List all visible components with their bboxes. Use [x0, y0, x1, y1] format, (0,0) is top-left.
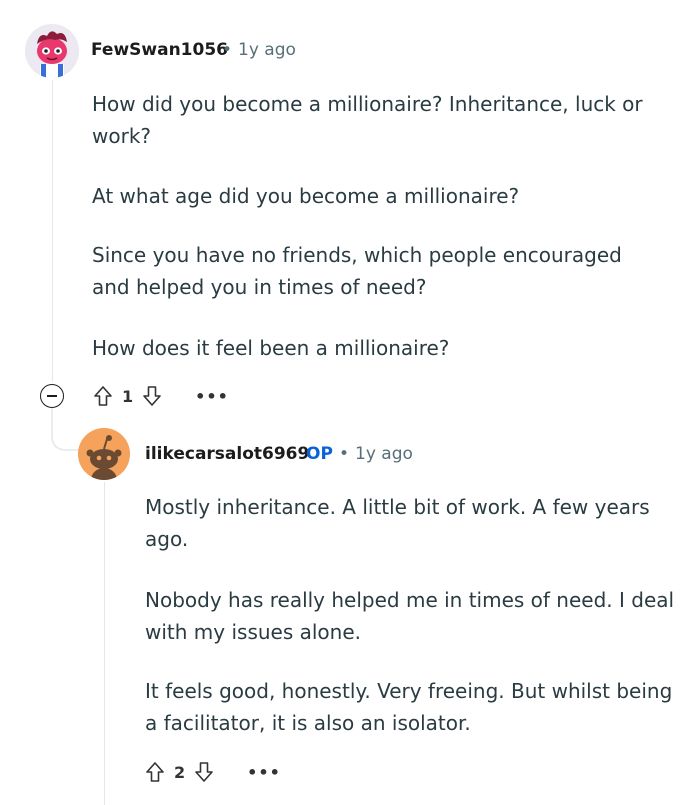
comment-username[interactable]: FewSwan1056: [91, 40, 228, 60]
comment-meta: • 1y ago: [216, 40, 296, 60]
thread-line-main: [52, 80, 53, 382]
comment-paragraph: At what age did you become a millionaire…: [92, 184, 520, 208]
downvote-button[interactable]: [139, 383, 165, 409]
downvote-icon: [195, 762, 213, 782]
comment-time[interactable]: 1y ago: [238, 40, 296, 60]
reply-paragraph: Mostly inheritance. A little bit of work…: [145, 495, 650, 551]
reply-paragraph: Nobody has really helped me in times of …: [145, 588, 675, 644]
more-options-button[interactable]: •••: [195, 387, 229, 406]
upvote-icon: [146, 762, 164, 782]
upvote-icon: [94, 386, 112, 406]
snoo-avatar-icon: [78, 428, 130, 480]
reply-avatar[interactable]: [78, 428, 130, 480]
separator-dot: •: [222, 40, 233, 60]
collapse-icon: [47, 395, 57, 397]
reply-time[interactable]: 1y ago: [355, 444, 413, 464]
comment-paragraph: How did you become a millionaire? Inheri…: [92, 92, 643, 148]
more-options-button[interactable]: •••: [247, 763, 281, 782]
reply-meta: • 1y ago: [333, 444, 413, 464]
reply-username[interactable]: ilikecarsalot6969: [145, 444, 309, 464]
downvote-icon: [143, 386, 161, 406]
separator-dot: •: [339, 444, 350, 464]
thread-line-reply: [104, 482, 105, 805]
avatar[interactable]: [25, 24, 79, 78]
comment-paragraph: Since you have no friends, which people …: [92, 243, 622, 299]
comment-actions: 1 •••: [90, 381, 229, 411]
upvote-button[interactable]: [90, 383, 116, 409]
collapse-button[interactable]: [40, 384, 64, 408]
downvote-button[interactable]: [191, 759, 217, 785]
snoo-avatar-icon: [25, 24, 79, 78]
comment-paragraph: How does it feel been a millionaire?: [92, 336, 450, 360]
reply-actions: 2 •••: [142, 757, 281, 787]
vote-count: 2: [174, 762, 186, 782]
upvote-button[interactable]: [142, 759, 168, 785]
vote-count: 1: [122, 386, 134, 406]
reply-paragraph: It feels good, honestly. Very freeing. B…: [145, 679, 673, 735]
op-badge: OP: [306, 444, 333, 464]
